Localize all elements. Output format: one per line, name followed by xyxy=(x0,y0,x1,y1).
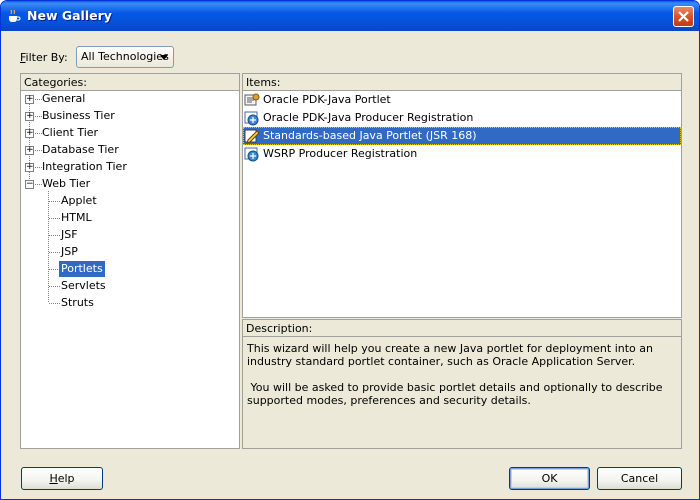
category-label: Web Tier xyxy=(42,177,91,190)
chevron-down-icon xyxy=(160,55,168,60)
expand-icon[interactable]: + xyxy=(25,146,34,155)
help-button-label: Help xyxy=(49,472,75,485)
item-label: Oracle PDK-Java Producer Registration xyxy=(263,111,474,124)
close-icon xyxy=(678,11,689,22)
item-label: Standards-based Java Portlet (JSR 168) xyxy=(263,129,477,142)
title-bar[interactable]: New Gallery xyxy=(1,1,699,31)
item-pdk-java-producer-registration[interactable]: Oracle PDK-Java Producer Registration xyxy=(243,109,681,127)
categories-panel: Categories: + General + Business Tier + … xyxy=(20,73,240,449)
close-button[interactable] xyxy=(673,6,694,27)
tree-connector xyxy=(35,184,42,185)
tree-connector xyxy=(49,303,60,304)
description-paragraph: You will be asked to provide basic portl… xyxy=(247,381,667,407)
cancel-button-label: Cancel xyxy=(620,472,659,485)
items-header-label: Items: xyxy=(246,76,281,89)
description-paragraph: This wizard will help you create a new J… xyxy=(247,342,653,368)
expand-icon[interactable]: + xyxy=(25,163,34,172)
ok-button[interactable]: OK xyxy=(509,467,590,490)
tree-connector xyxy=(49,218,60,219)
category-label: Business Tier xyxy=(42,109,115,122)
item-pdk-java-portlet[interactable]: Oracle PDK-Java Portlet xyxy=(243,91,681,109)
filter-selected-value: All Technologies xyxy=(81,50,169,63)
description-header: Description: xyxy=(243,320,681,337)
category-label: Struts xyxy=(61,296,94,309)
new-gallery-dialog: New Gallery Filter By: All Technologies … xyxy=(0,0,700,500)
tree-connector xyxy=(35,116,42,117)
item-label: WSRP Producer Registration xyxy=(263,147,418,160)
item-jsr168-portlet[interactable]: Standards-based Java Portlet (JSR 168) xyxy=(243,127,681,145)
coffee-cup-icon xyxy=(9,9,21,22)
wizard-edit-icon xyxy=(244,129,260,144)
tree-connector xyxy=(35,167,42,168)
description-text: This wizard will help you create a new J… xyxy=(247,342,677,420)
tree-connector xyxy=(49,201,60,202)
category-label: General xyxy=(42,92,86,105)
categories-header-label: Categories: xyxy=(24,76,87,89)
items-header: Items: xyxy=(243,74,681,91)
tree-connector xyxy=(49,286,60,287)
category-label: JSP xyxy=(61,245,78,258)
help-button[interactable]: Help xyxy=(21,467,103,490)
tree-connector xyxy=(49,252,60,253)
category-label: JSF xyxy=(61,228,78,241)
category-label: Database Tier xyxy=(42,143,119,156)
category-label: HTML xyxy=(61,211,92,224)
category-label: Integration Tier xyxy=(42,160,127,173)
filter-by-label-rest: ilter By: xyxy=(25,51,68,64)
tree-connector xyxy=(49,235,60,236)
ok-button-label: OK xyxy=(541,472,558,485)
category-label: Applet xyxy=(61,194,97,207)
category-label-selected: Portlets xyxy=(59,261,105,277)
filter-by-label: Filter By: xyxy=(20,51,68,64)
portlet-icon xyxy=(244,93,260,106)
dialog-title: New Gallery xyxy=(27,8,112,23)
cancel-button[interactable]: Cancel xyxy=(597,467,682,490)
registration-icon xyxy=(244,111,259,126)
expand-icon[interactable]: + xyxy=(25,95,34,104)
item-label: Oracle PDK-Java Portlet xyxy=(263,93,391,106)
filter-technology-select[interactable]: All Technologies xyxy=(76,46,174,68)
categories-header: Categories: xyxy=(21,74,239,91)
expand-icon[interactable]: + xyxy=(25,112,34,121)
item-wsrp-producer-registration[interactable]: WSRP Producer Registration xyxy=(243,145,681,163)
description-header-label: Description: xyxy=(246,322,313,335)
items-panel: Items: Oracle PDK-Java Portlet Oracle PD… xyxy=(242,73,682,318)
category-label: Servlets xyxy=(61,279,106,292)
registration-icon xyxy=(244,147,259,162)
tree-connector xyxy=(35,150,42,151)
category-label: Client Tier xyxy=(42,126,99,139)
tree-connector xyxy=(35,99,42,100)
tree-connector xyxy=(35,133,42,134)
expand-icon[interactable]: + xyxy=(25,129,34,138)
description-panel: Description: This wizard will help you c… xyxy=(242,319,682,449)
collapse-icon[interactable]: − xyxy=(25,180,34,189)
